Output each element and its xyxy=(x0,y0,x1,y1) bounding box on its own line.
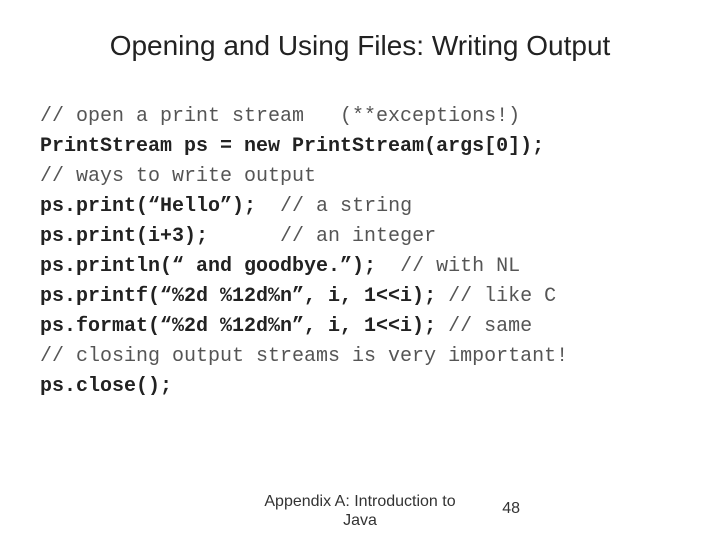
slide: Opening and Using Files: Writing Output … xyxy=(0,0,720,540)
code-comment: // same xyxy=(436,315,532,338)
page-number: 48 xyxy=(502,500,520,518)
code-comment: // like C xyxy=(436,285,556,308)
code-comment: // an integer xyxy=(208,225,436,248)
code-text: ps.format(“%2d %12d%n”, i, 1<<i); xyxy=(40,315,436,338)
code-text: ps.print(“Hello”); xyxy=(40,195,256,218)
code-line: // open a print stream (**exceptions!) xyxy=(40,102,680,132)
code-line: // ways to write output xyxy=(40,162,680,192)
code-text: ps.print(i+3); xyxy=(40,225,208,248)
code-text: ps.println(“ and goodbye.”); xyxy=(40,255,376,278)
code-text: ps.close(); xyxy=(40,375,172,398)
code-comment: // with NL xyxy=(376,255,520,278)
code-line: ps.print(i+3); // an integer xyxy=(40,222,680,252)
code-line: PrintStream ps = new PrintStream(args[0]… xyxy=(40,132,680,162)
code-line: ps.println(“ and goodbye.”); // with NL xyxy=(40,252,680,282)
code-line: ps.print(“Hello”); // a string xyxy=(40,192,680,222)
slide-title: Opening and Using Files: Writing Output xyxy=(40,30,680,62)
code-line: ps.close(); xyxy=(40,372,680,402)
code-block: // open a print stream (**exceptions!) Pr… xyxy=(40,102,680,402)
code-line: // closing output streams is very import… xyxy=(40,342,680,372)
code-comment: // a string xyxy=(256,195,412,218)
code-text: ps.printf(“%2d %12d%n”, i, 1<<i); xyxy=(40,285,436,308)
code-line: ps.printf(“%2d %12d%n”, i, 1<<i); // lik… xyxy=(40,282,680,312)
code-line: ps.format(“%2d %12d%n”, i, 1<<i); // sam… xyxy=(40,312,680,342)
footer-text: Appendix A: Introduction to Java xyxy=(260,492,460,530)
code-text: PrintStream ps = new PrintStream(args[0]… xyxy=(40,135,544,158)
footer: Appendix A: Introduction to Java xyxy=(0,492,720,530)
